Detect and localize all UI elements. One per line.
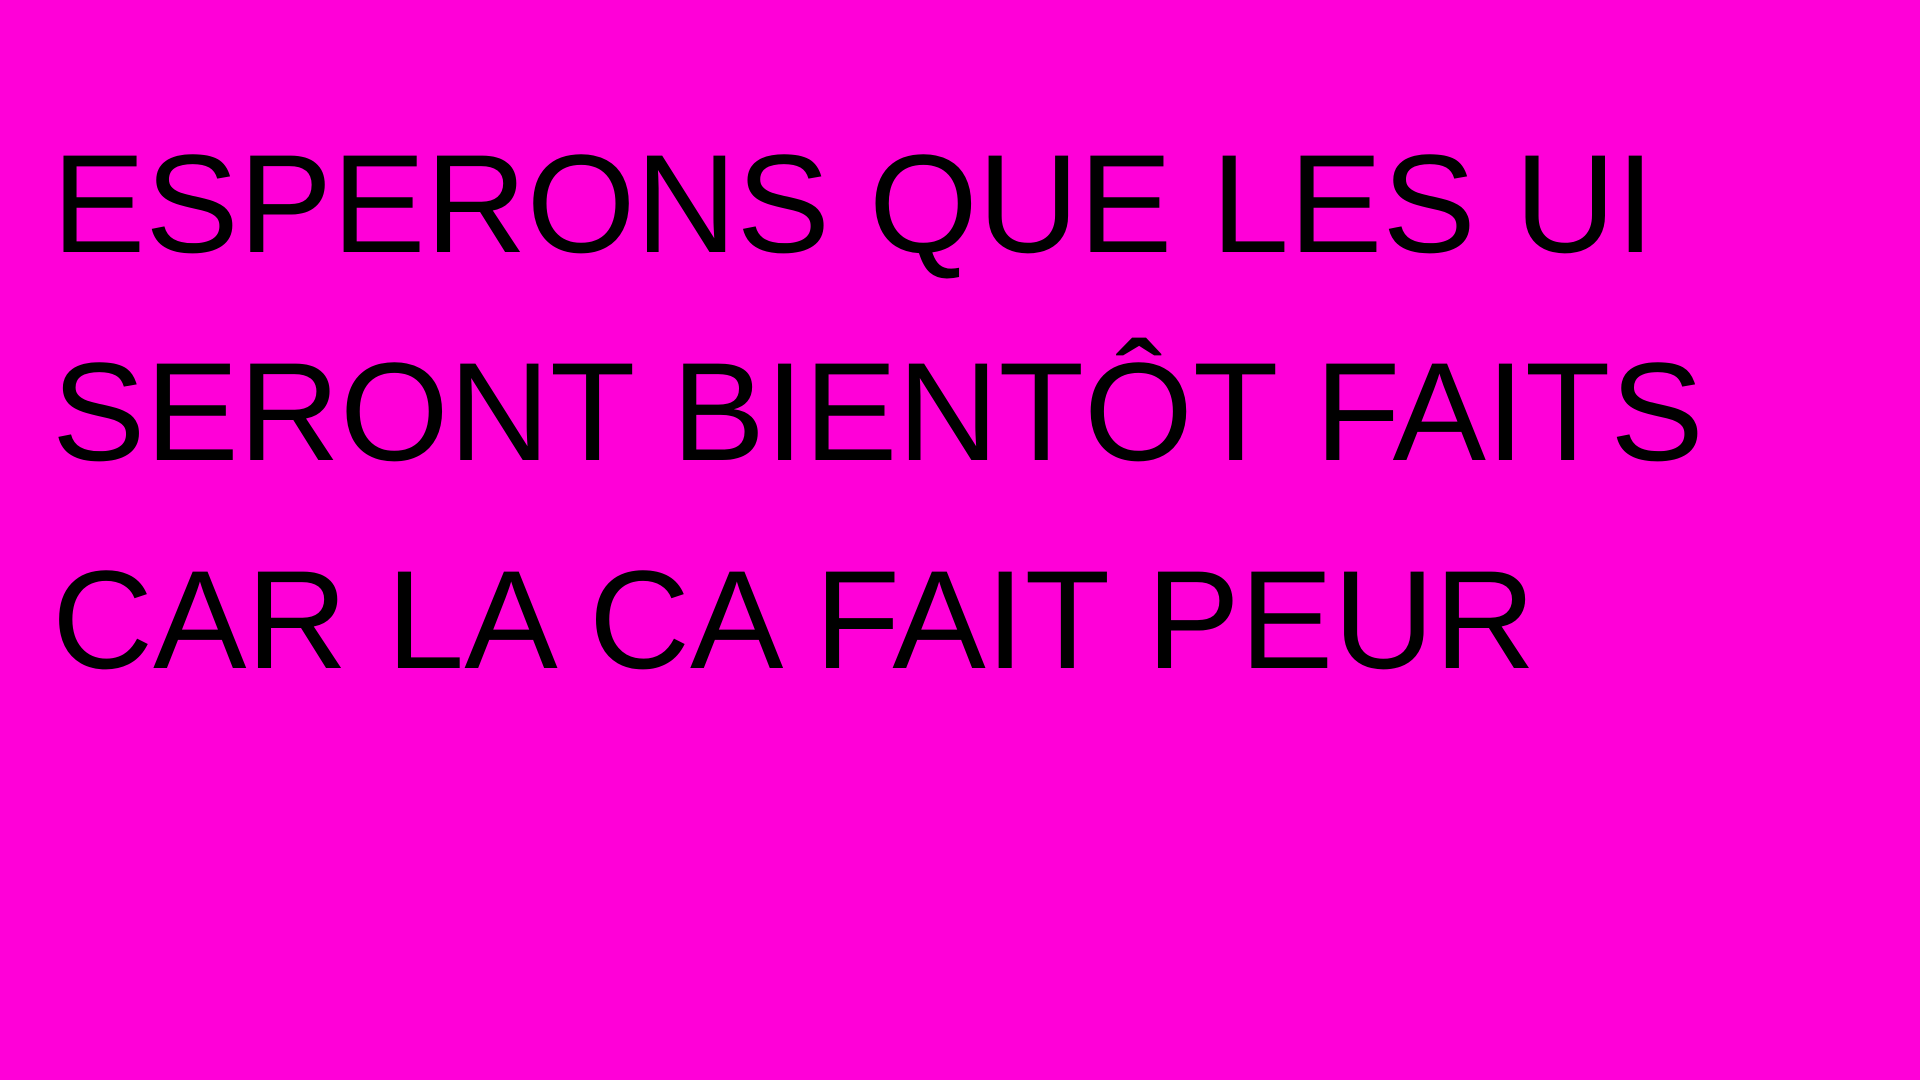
slide-message: ESPERONS QUE LES UI SERONT BIENTÔT FAITS… <box>52 100 1872 724</box>
message-line-2: SERONT BIENTÔT FAITS <box>52 333 1704 490</box>
slide-canvas: ESPERONS QUE LES UI SERONT BIENTÔT FAITS… <box>0 0 1920 1080</box>
message-line-1: ESPERONS QUE LES UI <box>52 125 1655 282</box>
message-line-3: CAR LA CA FAIT PEUR <box>52 541 1536 698</box>
